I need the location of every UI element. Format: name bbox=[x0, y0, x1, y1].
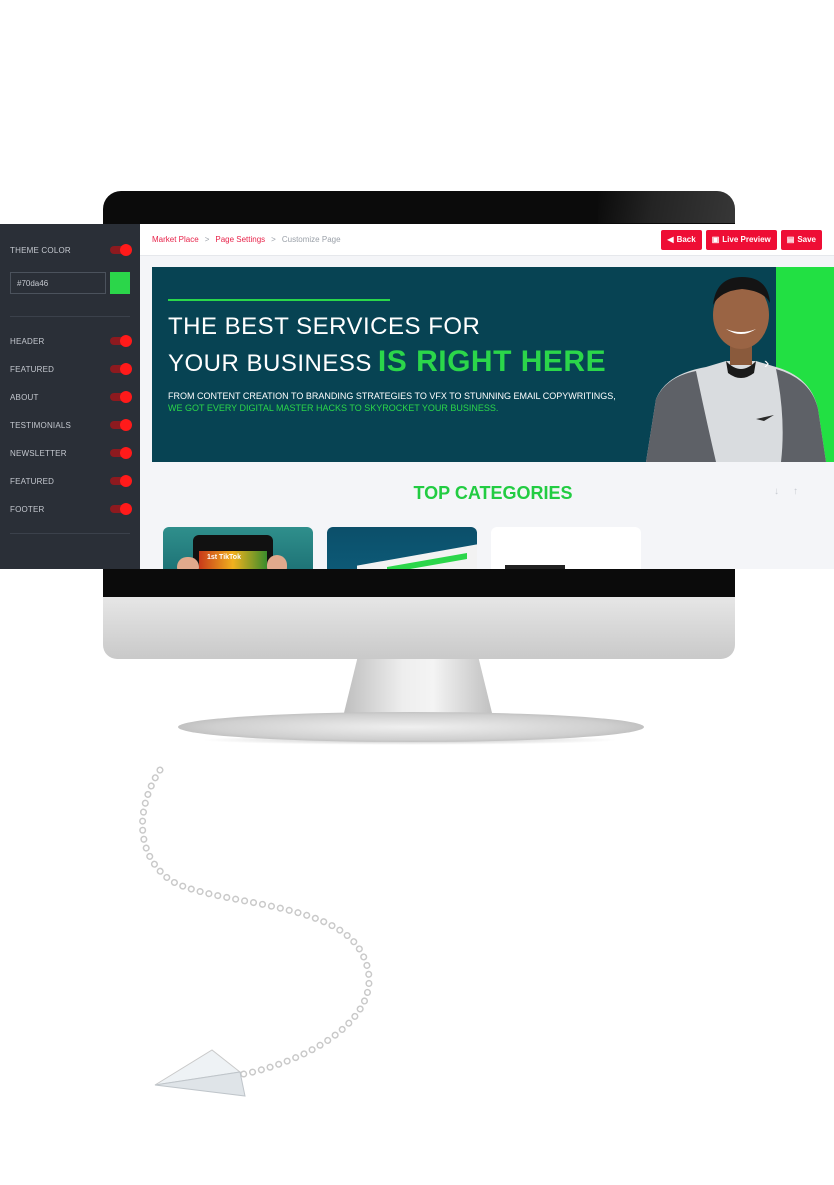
back-button-label: Back bbox=[676, 235, 696, 244]
sidebar-item-footer: FOOTER bbox=[10, 495, 132, 523]
breadcrumb: Market Place > Page Settings > Customize… bbox=[152, 235, 661, 244]
stage: THEME COLOR HEADER FEATURED ABOUT TE bbox=[0, 0, 834, 1185]
theme-color-row: THEME COLOR bbox=[10, 236, 132, 264]
hero-banner: THE BEST SERVICES FOR YOUR BUSINESS IS RI… bbox=[152, 267, 834, 462]
top-categories-title: TOP CATEGORIES bbox=[413, 483, 573, 503]
theme-color-label: THEME COLOR bbox=[10, 245, 71, 255]
top-bar: Market Place > Page Settings > Customize… bbox=[140, 224, 834, 256]
save-button[interactable]: ▤ Save bbox=[780, 229, 822, 250]
breadcrumb-customize-page: Customize Page bbox=[281, 235, 341, 244]
monitor-glare bbox=[598, 191, 735, 223]
breadcrumb-market-place[interactable]: Market Place bbox=[152, 235, 199, 244]
sidebar-item-label: FEATURED bbox=[10, 476, 55, 486]
footer-toggle[interactable] bbox=[110, 503, 132, 515]
sidebar-item-label: FEATURED bbox=[10, 364, 55, 374]
newsletter-toggle[interactable] bbox=[110, 447, 132, 459]
category-card[interactable] bbox=[491, 527, 641, 569]
hand-image bbox=[177, 557, 199, 569]
monitor-chin bbox=[103, 597, 735, 659]
floppy-disk-icon: ▤ bbox=[786, 235, 795, 244]
back-button[interactable]: ◀ Back bbox=[661, 229, 702, 250]
hero-subtitle-2: WE GOT EVERY DIGITAL MASTER HACKS TO SKY… bbox=[168, 403, 499, 413]
sidebar-item-newsletter: NEWSLETTER bbox=[10, 439, 132, 467]
hero-title-line-2-text: YOUR BUSINESS bbox=[168, 350, 372, 377]
monitor-stand-base bbox=[178, 712, 644, 742]
phone-screen-text: 1st TikTok bbox=[207, 554, 241, 561]
phone-image: 1st TikTok bbox=[193, 535, 273, 569]
live-preview-button[interactable]: ▣ Live Preview bbox=[705, 229, 777, 250]
sidebar-item-featured: FEATURED bbox=[10, 355, 132, 383]
main-panel: Market Place > Page Settings > Customize… bbox=[140, 224, 834, 569]
header-toggle[interactable] bbox=[110, 335, 132, 347]
sidebar-item-label: ABOUT bbox=[10, 392, 39, 402]
app-window: THEME COLOR HEADER FEATURED ABOUT TE bbox=[0, 224, 834, 569]
hero-accent-line bbox=[168, 299, 390, 301]
arrow-up-icon[interactable]: ↑ bbox=[793, 486, 798, 497]
arrow-down-icon[interactable]: ↓ bbox=[774, 486, 779, 497]
hero-title-accent: IS RIGHT HERE bbox=[377, 345, 607, 378]
toolbar-actions: ◀ Back ▣ Live Preview ▤ Save bbox=[661, 229, 822, 250]
featured-toggle[interactable] bbox=[110, 363, 132, 375]
sidebar-item-label: FOOTER bbox=[10, 504, 45, 514]
hero-title-line-1: THE BEST SERVICES FOR bbox=[168, 313, 481, 340]
theme-color-toggle[interactable] bbox=[110, 244, 132, 256]
breadcrumb-separator: > bbox=[204, 235, 210, 244]
breadcrumb-page-settings[interactable]: Page Settings bbox=[215, 235, 265, 244]
arrow-circle-left-icon: ◀ bbox=[667, 235, 674, 244]
sidebar-divider bbox=[10, 316, 130, 317]
sidebar-item-header: HEADER bbox=[10, 327, 132, 355]
category-nav: ↓ ↑ bbox=[774, 486, 798, 497]
category-card[interactable]: 1st TikTok bbox=[163, 527, 313, 569]
sidebar-item-label: TESTIMONIALS bbox=[10, 420, 72, 430]
category-card[interactable] bbox=[327, 527, 477, 569]
hero-person-photo bbox=[646, 277, 826, 462]
breadcrumb-separator: > bbox=[271, 235, 276, 244]
color-swatch[interactable] bbox=[110, 272, 130, 294]
paper-plane-icon bbox=[154, 1049, 246, 1097]
testimonials-toggle[interactable] bbox=[110, 419, 132, 431]
sidebar-item-about: ABOUT bbox=[10, 383, 132, 411]
sidebar-item-testimonials: TESTIMONIALS bbox=[10, 411, 132, 439]
sidebar-item-featured-2: FEATURED bbox=[10, 467, 132, 495]
sidebar-item-label: NEWSLETTER bbox=[10, 448, 67, 458]
hand-image bbox=[267, 555, 287, 569]
hero-subtitle-1: FROM CONTENT CREATION TO BRANDING STRATE… bbox=[168, 391, 616, 401]
sidebar: THEME COLOR HEADER FEATURED ABOUT TE bbox=[0, 224, 140, 569]
live-preview-button-label: Live Preview bbox=[722, 235, 771, 244]
monitor-icon: ▣ bbox=[711, 235, 720, 244]
color-hex-input[interactable] bbox=[10, 272, 106, 294]
featured-2-toggle[interactable] bbox=[110, 475, 132, 487]
sidebar-divider bbox=[10, 533, 130, 534]
hero-title-line-2: YOUR BUSINESS IS RIGHT HERE bbox=[168, 345, 606, 379]
card-graphic bbox=[505, 565, 565, 569]
chevron-right-icon[interactable]: › bbox=[764, 355, 769, 373]
color-picker-row bbox=[10, 272, 130, 294]
save-button-label: Save bbox=[797, 235, 816, 244]
about-toggle[interactable] bbox=[110, 391, 132, 403]
sidebar-item-label: HEADER bbox=[10, 336, 45, 346]
